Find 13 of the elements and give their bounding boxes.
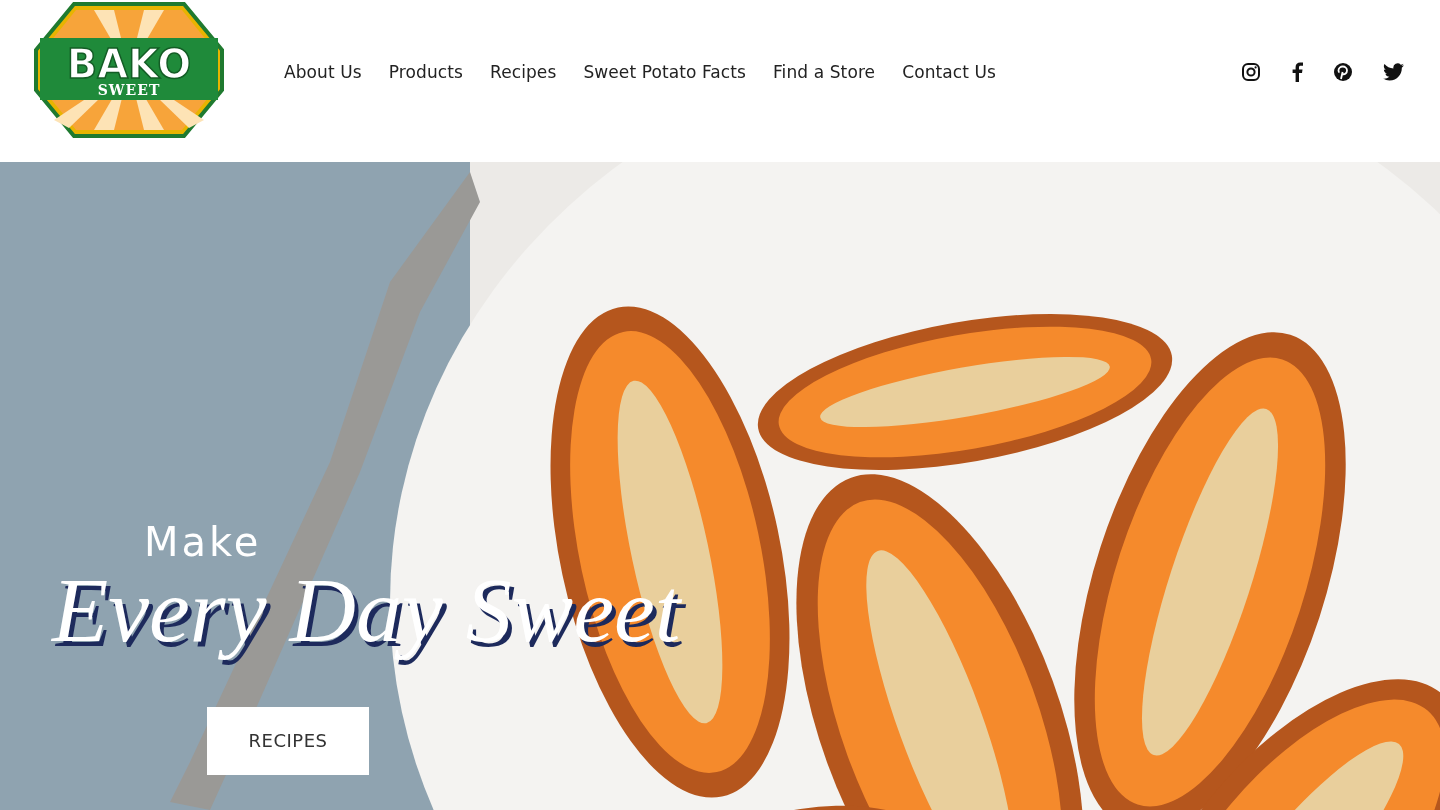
- nav-link[interactable]: Contact Us: [902, 62, 996, 82]
- nav-link[interactable]: Recipes: [490, 62, 557, 82]
- nav-link[interactable]: About Us: [284, 62, 362, 82]
- instagram-icon[interactable]: [1241, 62, 1261, 82]
- facebook-icon[interactable]: [1291, 62, 1303, 82]
- nav-link[interactable]: Sweet Potato Facts: [583, 62, 746, 82]
- hero-kicker: Make: [144, 522, 262, 562]
- recipes-button[interactable]: RECIPES: [207, 706, 369, 775]
- nav-link[interactable]: Find a Store: [772, 62, 876, 82]
- twitter-icon[interactable]: [1383, 63, 1404, 81]
- pinterest-icon[interactable]: [1333, 62, 1353, 82]
- nav-link[interactable]: Products: [388, 62, 463, 82]
- brand-logo[interactable]: BAKO SWEET: [34, 0, 224, 140]
